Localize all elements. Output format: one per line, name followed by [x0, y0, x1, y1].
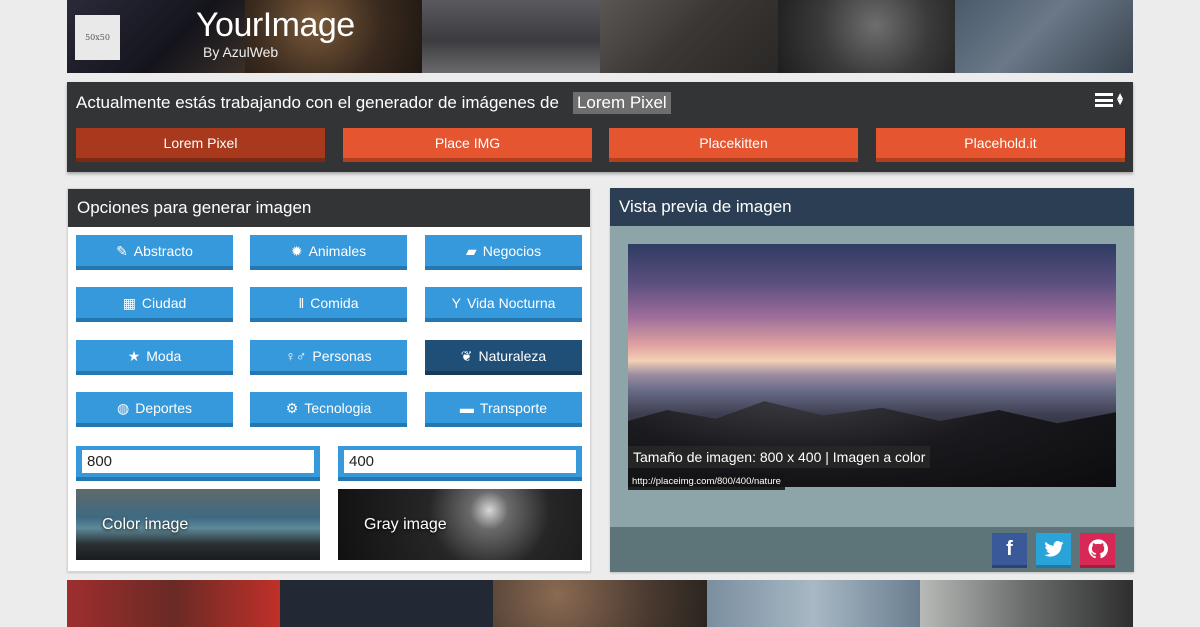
- category-abstracto[interactable]: ✎ Abstracto: [76, 235, 233, 270]
- bug-icon: ✹: [290, 242, 303, 259]
- image-size-caption: Tamaño de imagen: 800 x 400 | Imagen a c…: [628, 446, 931, 468]
- preview-image-rocks: [628, 401, 1116, 487]
- category-label: Animales: [308, 242, 367, 259]
- generator-button-placehold[interactable]: Placehold.it: [876, 128, 1125, 162]
- brand-subtitle: By AzulWeb: [203, 44, 279, 60]
- banner-photo: [422, 0, 601, 73]
- category-vida-nocturna[interactable]: Y Vida Nocturna: [425, 287, 582, 322]
- category-transporte[interactable]: ▬ Transporte: [425, 392, 582, 427]
- category-negocios[interactable]: ▰ Negocios: [425, 235, 582, 270]
- category-label: Vida Nocturna: [466, 294, 556, 311]
- height-input[interactable]: [344, 450, 576, 473]
- footer-photo: [280, 580, 494, 627]
- gray-image-button[interactable]: Gray image: [338, 489, 582, 560]
- glass-icon: Y: [451, 294, 461, 311]
- category-label: Abstracto: [133, 242, 193, 259]
- facebook-icon[interactable]: f: [992, 533, 1027, 568]
- building-icon: ▦: [122, 294, 136, 311]
- category-ciudad[interactable]: ▦ Ciudad: [76, 287, 233, 322]
- category-animales[interactable]: ✹ Animales: [250, 235, 407, 270]
- options-title: Opciones para generar imagen: [68, 189, 590, 227]
- generator-button-placekitten[interactable]: Placekitten: [609, 128, 858, 162]
- category-label: Transporte: [479, 399, 548, 416]
- category-deportes[interactable]: ◍ Deportes: [76, 392, 233, 427]
- truck-icon: ▬: [459, 399, 474, 416]
- preview-title: Vista previa de imagen: [610, 188, 1134, 226]
- width-input[interactable]: [82, 450, 314, 473]
- image-url[interactable]: http://placeimg.com/800/400/nature: [628, 473, 785, 490]
- brand-title[interactable]: YourImage: [196, 6, 355, 45]
- footer-photo: [706, 580, 920, 627]
- leaf-icon: ❦: [460, 347, 473, 364]
- category-label: Tecnologia: [304, 399, 372, 416]
- list-sort-icon[interactable]: ▲ ▼: [1095, 92, 1125, 108]
- category-moda[interactable]: ★ Moda: [76, 340, 233, 375]
- twitter-icon[interactable]: [1036, 533, 1071, 568]
- github-icon[interactable]: [1080, 533, 1115, 568]
- current-generator: Lorem Pixel: [572, 92, 671, 114]
- star-icon: ★: [127, 347, 141, 364]
- category-label: Negocios: [482, 242, 542, 259]
- category-label: Ciudad: [141, 294, 187, 311]
- category-label: Deportes: [135, 399, 193, 416]
- category-personas[interactable]: ♀♂ Personas: [250, 340, 407, 375]
- options-panel: Opciones para generar imagen ✎ Abstracto…: [67, 188, 591, 572]
- category-label: Moda: [146, 347, 182, 364]
- footer-strip: [67, 580, 1133, 627]
- generator-title: Actualmente estás trabajando con el gene…: [76, 92, 671, 114]
- category-naturaleza[interactable]: ❦ Naturaleza: [425, 340, 582, 375]
- feather-icon: ✎: [116, 242, 128, 259]
- color-image-button[interactable]: Color image: [76, 489, 320, 560]
- cutlery-icon: ǁ: [298, 294, 305, 311]
- color-image-label: Color image: [102, 515, 189, 533]
- preview-panel: Vista previa de imagen Tamaño de imagen:…: [610, 188, 1134, 572]
- category-label: Naturaleza: [478, 347, 547, 364]
- generator-bar: Actualmente estás trabajando con el gene…: [67, 82, 1133, 172]
- banner-photo: [777, 0, 956, 73]
- generator-title-text: Actualmente estás trabajando con el gene…: [76, 93, 559, 112]
- header-banner: 50x50 YourImage By AzulWeb: [67, 0, 1133, 73]
- width-input-wrap: [76, 446, 320, 481]
- footer-photo: [493, 580, 707, 627]
- footer-photo: [67, 580, 281, 627]
- height-input-wrap: [338, 446, 582, 481]
- people-icon: ♀♂: [285, 347, 307, 364]
- category-label: Comida: [310, 294, 359, 311]
- gray-image-label: Gray image: [364, 515, 447, 533]
- category-label: Personas: [312, 347, 372, 364]
- footer-photo: [919, 580, 1133, 627]
- banner-photo: [600, 0, 778, 73]
- basketball-icon: ◍: [116, 399, 130, 416]
- generator-button-lorem-pixel[interactable]: Lorem Pixel: [76, 128, 325, 162]
- gears-icon: ⚙: [285, 399, 299, 416]
- category-comida[interactable]: ǁ Comida: [250, 287, 407, 322]
- briefcase-icon: ▰: [465, 242, 477, 259]
- logo[interactable]: 50x50: [75, 15, 120, 60]
- banner-photo: [955, 0, 1133, 73]
- category-tecnologia[interactable]: ⚙ Tecnologia: [250, 392, 407, 427]
- generator-button-place-img[interactable]: Place IMG: [343, 128, 592, 162]
